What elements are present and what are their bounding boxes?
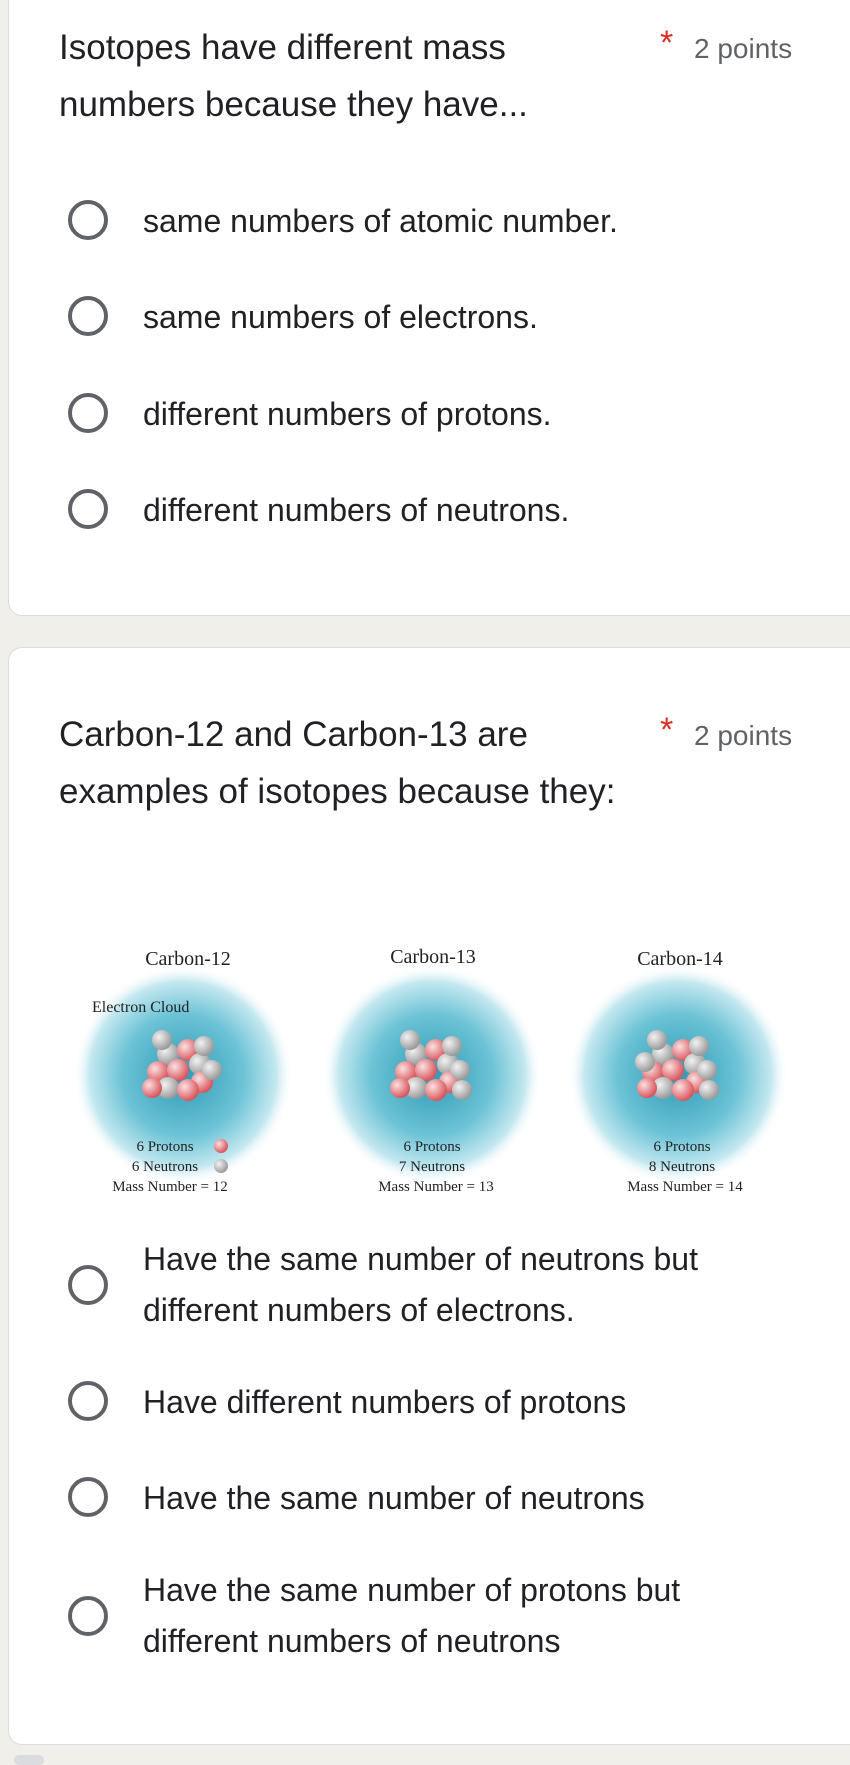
radio-button[interactable] bbox=[68, 200, 108, 240]
electron-cloud-label: Electron Cloud bbox=[92, 999, 189, 1016]
radio-button[interactable] bbox=[68, 296, 108, 336]
atom-carbon-12: Carbon-12 Electron Cloud 6 Protons 6 Neu… bbox=[73, 948, 293, 1195]
proton-count: 6 Protons bbox=[403, 1139, 460, 1155]
required-asterisk: * bbox=[660, 711, 674, 749]
option-q2-2[interactable]: Have different numbers of protons bbox=[59, 1377, 789, 1428]
option-q1-1[interactable]: same numbers of atomic number. bbox=[59, 196, 789, 247]
option-q2-3[interactable]: Have the same number of neutrons bbox=[59, 1473, 789, 1524]
proton-legend-icon bbox=[214, 1139, 228, 1153]
proton-count: 6 Protons bbox=[653, 1139, 710, 1155]
mass-number: Mass Number = 12 bbox=[112, 1179, 228, 1195]
option-label: Have the same number of neutrons bbox=[143, 1480, 645, 1516]
proton-count: 6 Protons bbox=[136, 1139, 193, 1155]
required-asterisk: * bbox=[660, 24, 674, 62]
points-label: 2 points bbox=[694, 33, 793, 64]
radio-button[interactable] bbox=[68, 393, 108, 433]
question-1-title: Isotopes have different mass numbers bec… bbox=[59, 28, 528, 124]
option-label: same numbers of atomic number. bbox=[143, 203, 618, 239]
radio-button[interactable] bbox=[68, 1477, 108, 1517]
neutron-legend-icon bbox=[214, 1159, 228, 1173]
atom-carbon-14: Carbon-14 6 Protons 8 Neutrons Mass Numb… bbox=[568, 948, 788, 1195]
option-q1-4[interactable]: different numbers of neutrons. bbox=[59, 485, 789, 536]
radio-button[interactable] bbox=[68, 1381, 108, 1421]
option-label: Have the same number of neutrons but dif… bbox=[143, 1241, 698, 1328]
option-q2-4[interactable]: Have the same number of protons but diff… bbox=[59, 1565, 789, 1667]
option-label: Have the same number of protons but diff… bbox=[143, 1572, 681, 1659]
radio-button[interactable] bbox=[68, 1596, 108, 1636]
option-label: different numbers of neutrons. bbox=[143, 492, 570, 528]
next-card-edge bbox=[14, 1755, 44, 1765]
mass-number: Mass Number = 14 bbox=[627, 1179, 743, 1195]
radio-button[interactable] bbox=[68, 1265, 108, 1305]
neutron-count: 7 Neutrons bbox=[399, 1159, 465, 1175]
option-q1-3[interactable]: different numbers of protons. bbox=[59, 389, 789, 440]
option-label: same numbers of electrons. bbox=[143, 299, 538, 335]
option-label: Have different numbers of protons bbox=[143, 1384, 627, 1420]
radio-button[interactable] bbox=[68, 489, 108, 529]
neutron-count: 6 Neutrons bbox=[132, 1159, 198, 1175]
points-label: 2 points bbox=[694, 720, 793, 751]
mass-number: Mass Number = 13 bbox=[378, 1179, 494, 1195]
isotope-figure: Carbon-12 Electron Cloud 6 Protons 6 Neu… bbox=[73, 946, 788, 1195]
neutron-count: 8 Neutrons bbox=[649, 1159, 715, 1175]
nucleus bbox=[390, 1030, 472, 1101]
option-label: different numbers of protons. bbox=[143, 396, 552, 432]
question-2-title: Carbon-12 and Carbon-13 are examples of … bbox=[59, 715, 616, 811]
option-q2-1[interactable]: Have the same number of neutrons but dif… bbox=[59, 1234, 789, 1336]
option-q1-2[interactable]: same numbers of electrons. bbox=[59, 292, 789, 343]
atom-name: Carbon-13 bbox=[390, 946, 476, 968]
atom-carbon-13: Carbon-13 6 Protons 7 Neutrons Mass Numb… bbox=[322, 946, 542, 1195]
